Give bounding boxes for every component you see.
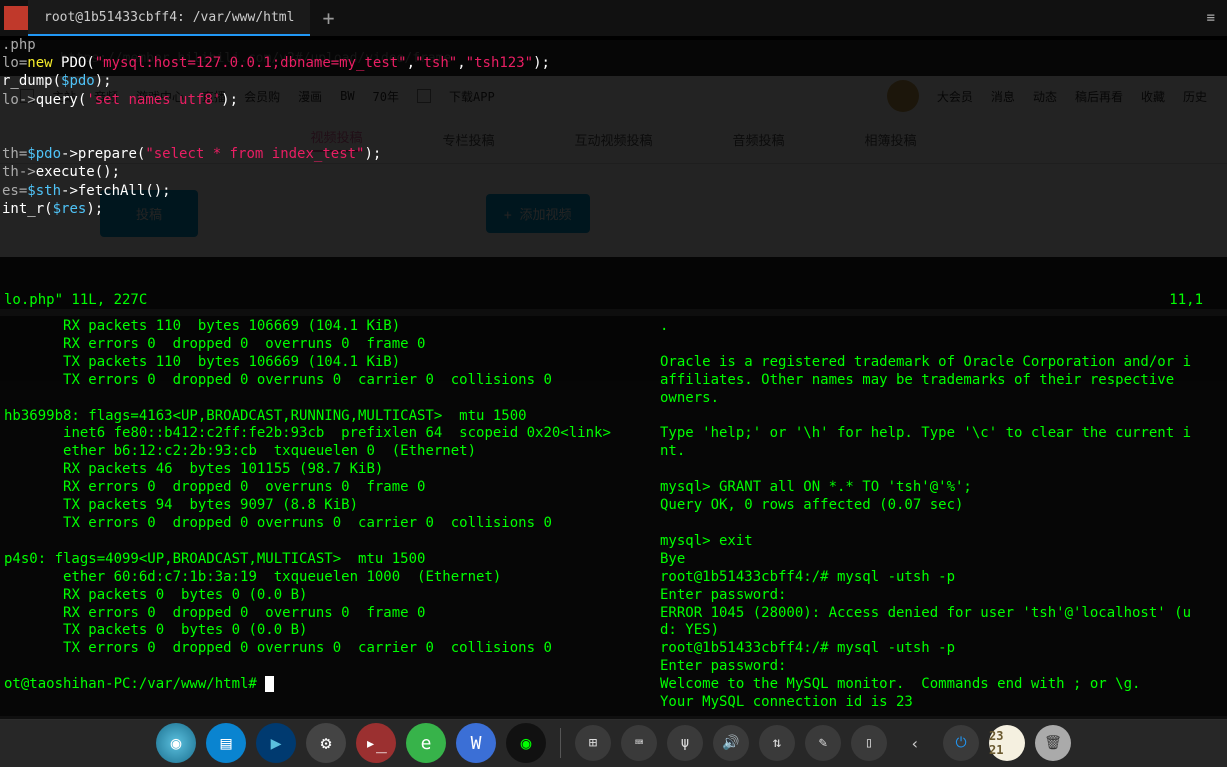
taskbar: ◉ ▤ ▶ ⚙ ▸_ e W ◉ ⊞ ⌨ ψ 🔊 ⇅ ✎ ▯ ‹ ⏻ 23 21… (0, 719, 1227, 767)
settings-icon[interactable]: ⚙ (306, 723, 346, 763)
terminal-output: RX packets 110 bytes 106669 (104.1 KiB) … (4, 318, 611, 692)
video-player-icon[interactable]: ▶ (256, 723, 296, 763)
code: ( (86, 55, 94, 71)
code: PDO (61, 55, 86, 71)
code: ); (86, 201, 103, 217)
code: 'set names utf8' (86, 92, 221, 108)
terminal-pane-left[interactable]: RX packets 110 bytes 106669 (104.1 KiB) … (0, 316, 656, 716)
terminal-bottom-split: RX packets 110 bytes 106669 (104.1 KiB) … (0, 316, 1227, 716)
terminal-tab[interactable]: root@1b51433cbff4: /var/www/html (28, 0, 310, 36)
taskbar-divider (560, 728, 561, 758)
tray-chevron-icon[interactable]: ‹ (897, 725, 933, 761)
code: "tsh" (415, 55, 457, 71)
tray-clipboard-icon[interactable]: ▯ (851, 725, 887, 761)
code: $res (53, 201, 87, 217)
code: es= (2, 183, 27, 199)
code: execute (36, 164, 95, 180)
wps-icon[interactable]: W (456, 723, 496, 763)
terminal-app-icon (4, 6, 28, 30)
terminal-pane-right[interactable]: . Oracle is a registered trademark of Or… (656, 316, 1227, 716)
terminal-tab-bar: root@1b51433cbff4: /var/www/html + ≡ (0, 0, 1227, 36)
code: new (27, 55, 61, 71)
code: ); (221, 92, 238, 108)
new-tab-button[interactable]: + (310, 6, 346, 30)
code: ); (95, 73, 112, 89)
code: lo-> (2, 92, 36, 108)
code: ( (44, 201, 52, 217)
code: "mysql:host=127.0.0.1;dbname=my_test" (95, 55, 407, 71)
code: th-> (2, 164, 36, 180)
tray-volume-icon[interactable]: 🔊 (713, 725, 749, 761)
code: "tsh123" (466, 55, 533, 71)
status-left: lo.php" 11L, 227C (4, 291, 147, 309)
vim-status-line: lo.php" 11L, 227C 11,1 (2, 291, 1225, 309)
tab-title: root@1b51433cbff4: /var/www/html (44, 10, 294, 25)
code: fetchAll (78, 183, 145, 199)
code: (); (95, 164, 120, 180)
clock[interactable]: 23 21 (989, 725, 1025, 761)
menu-icon[interactable]: ≡ (1207, 10, 1215, 26)
tray-grid-icon[interactable]: ⊞ (575, 725, 611, 761)
code: lo= (2, 55, 27, 71)
code: $pdo (27, 146, 61, 162)
camera-icon[interactable]: ◉ (506, 723, 546, 763)
power-icon[interactable]: ⏻ (943, 725, 979, 761)
code: ); (533, 55, 550, 71)
trash-icon[interactable]: 🗑 (1035, 725, 1071, 761)
code: ); (364, 146, 381, 162)
tray-edit-icon[interactable]: ✎ (805, 725, 841, 761)
code: -> (61, 183, 78, 199)
code: $pdo (61, 73, 95, 89)
code: int_r (2, 201, 44, 217)
status-right: 11,1 (1169, 291, 1223, 309)
code: .php (2, 37, 36, 53)
tray-keyboard-icon[interactable]: ⌨ (621, 725, 657, 761)
code: prepare (78, 146, 137, 162)
terminal-output: . Oracle is a registered trademark of Or… (660, 318, 1191, 710)
file-manager-icon[interactable]: ▤ (206, 723, 246, 763)
code: query (36, 92, 78, 108)
code: (); (145, 183, 170, 199)
code: th= (2, 146, 27, 162)
launcher-icon[interactable]: ◉ (156, 723, 196, 763)
cursor (265, 676, 274, 692)
browser-icon[interactable]: e (406, 723, 446, 763)
code: r_dump (2, 73, 53, 89)
vim-editor-pane[interactable]: .php lo=new PDO("mysql:host=127.0.0.1;db… (0, 36, 1227, 309)
tray-network-icon[interactable]: ⇅ (759, 725, 795, 761)
code: -> (61, 146, 78, 162)
code: , (407, 55, 415, 71)
code: "select * from index_test" (145, 146, 364, 162)
code: $sth (27, 183, 61, 199)
code: ( (53, 73, 61, 89)
tray-usb-icon[interactable]: ψ (667, 725, 703, 761)
code: , (457, 55, 465, 71)
terminal-icon[interactable]: ▸_ (356, 723, 396, 763)
